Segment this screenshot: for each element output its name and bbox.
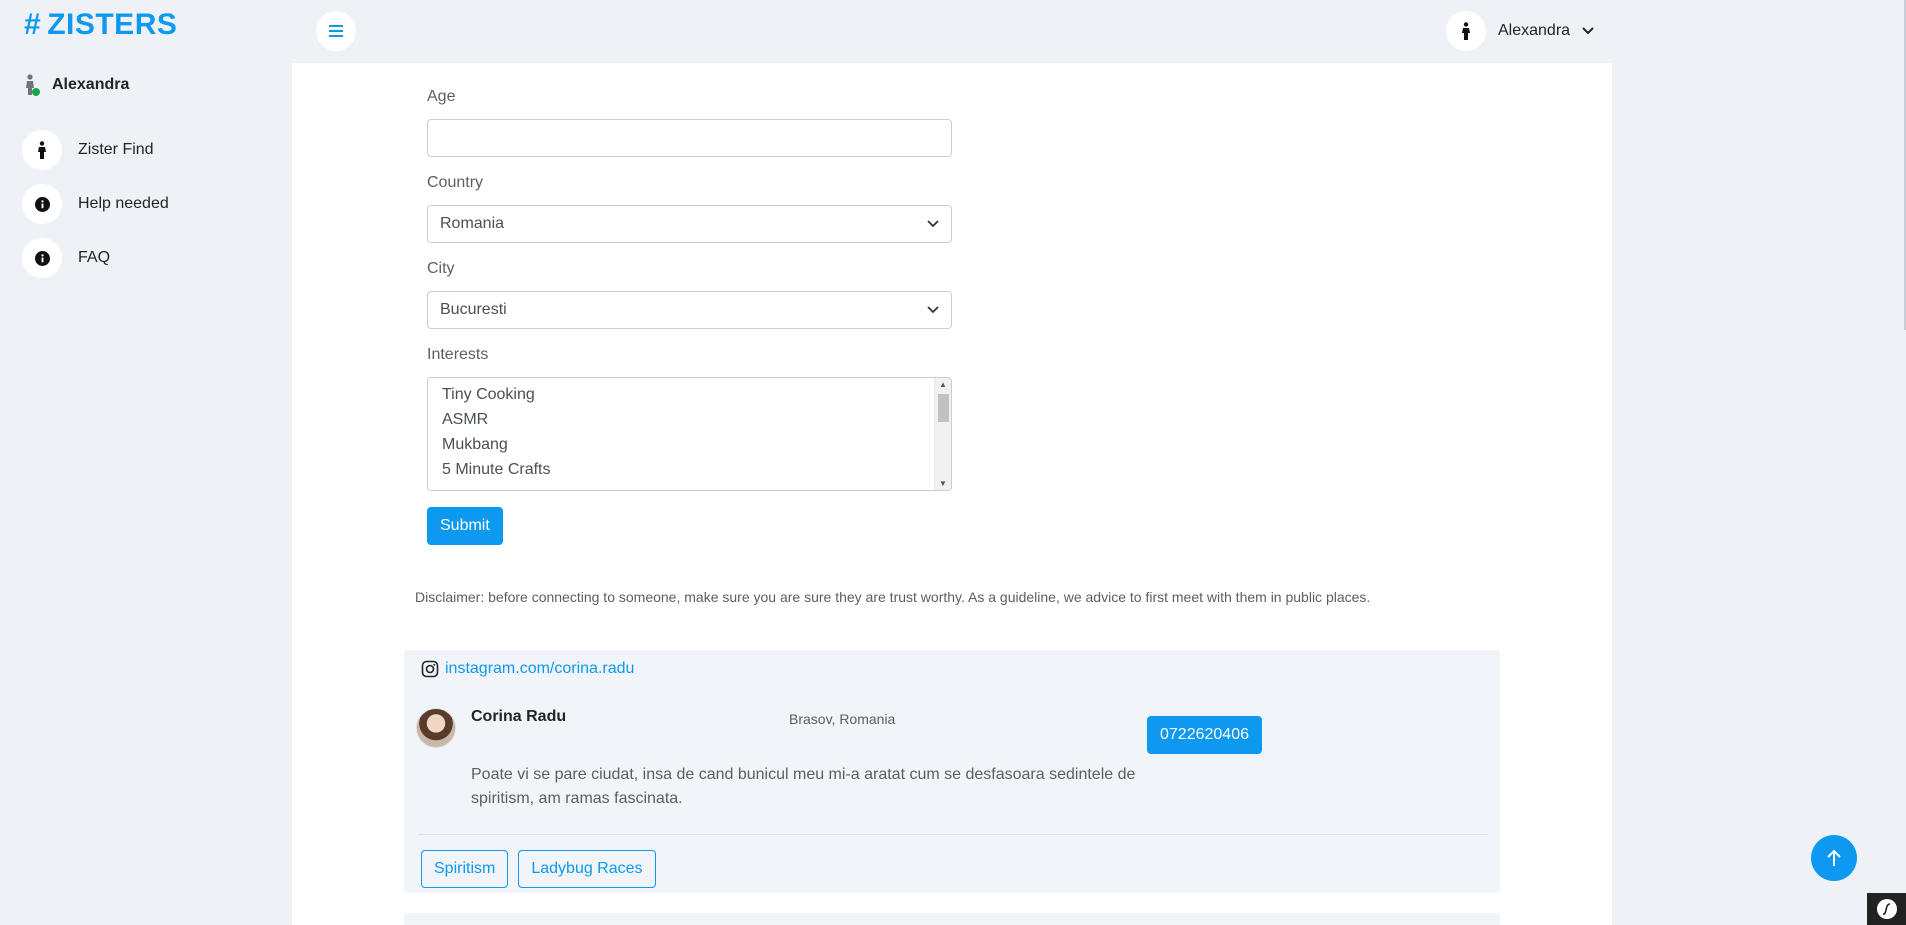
profile-bio: Poate vi se pare ciudat, insa de cand bu…	[471, 766, 1136, 807]
chevron-down-icon	[927, 306, 939, 314]
city-select[interactable]: Bucuresti	[427, 291, 952, 329]
user-status-icon	[24, 74, 40, 96]
age-label: Age	[427, 88, 456, 105]
interest-option[interactable]: Mukbang	[428, 432, 951, 457]
next-profile-card	[404, 913, 1500, 925]
instagram-link-text: instagram.com/corina.radu	[445, 660, 635, 677]
country-select-value: Romania	[440, 215, 505, 232]
sidebar-item-zister-find[interactable]: Zister Find	[22, 130, 169, 170]
sidebar-item-label: FAQ	[78, 249, 111, 266]
city-label: City	[427, 260, 455, 277]
avatar	[416, 708, 456, 748]
scroll-up-arrow-icon[interactable]: ▲	[939, 380, 947, 389]
instagram-link[interactable]: instagram.com/corina.radu	[421, 660, 634, 678]
profile-location: Brasov, Romania	[789, 711, 896, 727]
profile-card: instagram.com/corina.radu Corina Radu Br…	[404, 650, 1500, 893]
chevron-down-icon	[927, 220, 939, 228]
sidebar-item-label: Zister Find	[78, 141, 154, 158]
person-icon	[1446, 11, 1486, 51]
interests-scrollbar[interactable]: ▲ ▼	[934, 378, 951, 490]
scroll-to-top-button[interactable]	[1811, 835, 1857, 881]
brand-name: ZISTERS	[47, 8, 178, 41]
sidebar-item-help-needed[interactable]: Help needed	[22, 184, 169, 224]
interest-tags: Spiritism Ladybug Races	[421, 850, 656, 888]
info-icon	[22, 184, 62, 224]
scrollbar-thumb[interactable]	[938, 394, 949, 422]
brand-logo[interactable]: # ZISTERS	[24, 8, 177, 42]
interest-option[interactable]: Tiny Cooking	[428, 382, 951, 407]
interest-tag[interactable]: Spiritism	[421, 850, 509, 888]
scroll-down-arrow-icon[interactable]: ▼	[939, 479, 947, 488]
user-menu-name: Alexandra	[1498, 22, 1571, 39]
submit-button[interactable]: Submit	[427, 507, 503, 545]
interest-option[interactable]: ASMR	[428, 407, 951, 432]
main-panel: Age Country Romania City Bucuresti Inter…	[292, 63, 1612, 925]
menu-toggle-button[interactable]	[316, 11, 356, 51]
instagram-icon	[421, 660, 439, 678]
phone-button[interactable]: 0722620406	[1147, 716, 1262, 754]
sidebar-user: Alexandra	[24, 74, 129, 96]
city-select-value: Bucuresti	[440, 301, 507, 318]
brand-hash: #	[24, 8, 42, 41]
sidebar-nav: Zister Find Help needed FAQ	[22, 130, 169, 292]
country-label: Country	[427, 174, 484, 191]
age-input[interactable]	[427, 119, 952, 157]
hamburger-icon	[329, 25, 343, 37]
country-select[interactable]: Romania	[427, 205, 952, 243]
sidebar-item-label: Help needed	[78, 195, 169, 212]
symfony-toolbar-icon[interactable]	[1867, 893, 1906, 925]
person-icon	[22, 130, 62, 170]
sidebar-user-name: Alexandra	[52, 76, 130, 93]
interest-tag[interactable]: Ladybug Races	[518, 850, 656, 888]
interests-multiselect[interactable]: Tiny Cooking ASMR Mukbang 5 Minute Craft…	[427, 377, 952, 491]
card-divider	[418, 834, 1488, 835]
info-icon	[22, 238, 62, 278]
arrow-up-icon	[1827, 849, 1841, 866]
online-status-dot	[32, 88, 40, 96]
interest-option[interactable]: 5 Minute Crafts	[428, 457, 951, 482]
user-menu-dropdown[interactable]: Alexandra	[1446, 11, 1594, 51]
sidebar-item-faq[interactable]: FAQ	[22, 238, 169, 278]
chevron-down-icon	[1582, 27, 1594, 35]
disclaimer-text: Disclaimer: before connecting to someone…	[415, 589, 1371, 605]
profile-name: Corina Radu	[471, 708, 567, 725]
interests-label: Interests	[427, 346, 489, 363]
